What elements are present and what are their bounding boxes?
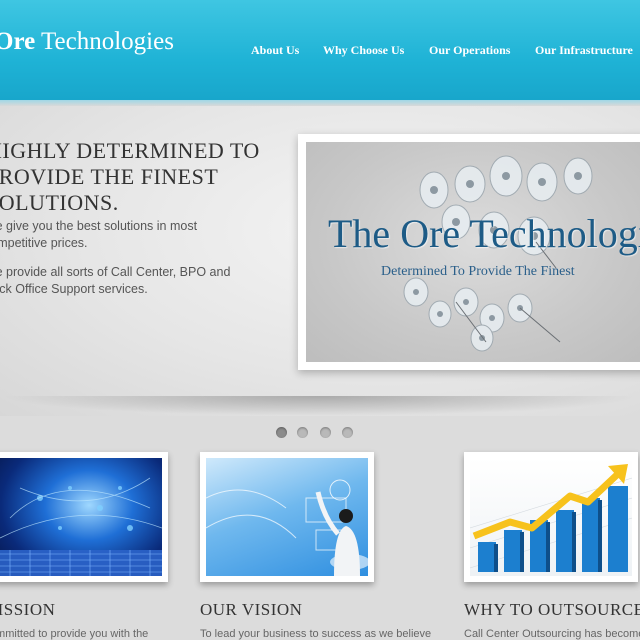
outsource-text: Call Center Outsourcing has become [464, 628, 640, 640]
mission-title: MISSION [0, 600, 56, 619]
nav-our-operations[interactable]: Our Operations [429, 43, 510, 58]
site-header: Ore Technologies About Us Why Choose Us … [0, 0, 640, 100]
growth-chart-image [470, 458, 632, 576]
globe-network-graphic [0, 477, 162, 576]
network-globe-image [0, 458, 162, 576]
vision-card[interactable] [200, 452, 374, 582]
site-logo[interactable]: Ore Technologies [0, 28, 174, 56]
vision-title: OUR VISION [200, 600, 303, 619]
slider-dot[interactable] [320, 427, 331, 438]
vision-text: To lead your business to success as we b… [200, 628, 432, 640]
woman-touchscreen-graphic [206, 479, 368, 576]
banner-image: The Ore Technologies Determined To Provi… [306, 142, 640, 362]
nav-why-choose-us[interactable]: Why Choose Us [323, 43, 404, 58]
slider-dot[interactable] [342, 427, 353, 438]
touch-screen-image [206, 458, 368, 576]
bar-chart-arrow-graphic [470, 464, 632, 572]
hero-banner[interactable]: The Ore Technologies Determined To Provi… [298, 134, 640, 370]
slider-dot[interactable] [276, 427, 287, 438]
outsource-title: WHY TO OUTSOURCE [464, 600, 640, 619]
hero-title-line: HIGHLY DETERMINED TO [0, 138, 260, 163]
nav-our-infrastructure[interactable]: Our Infrastructure [535, 43, 633, 58]
banner-subtitle: Determined To Provide The Finest [381, 264, 575, 279]
hero-paragraph-1: We give you the best solutions in most c… [0, 218, 234, 252]
banner-title: The Ore Technologies [328, 211, 640, 256]
hero-paragraph-line: We give you the best solutions in most [0, 219, 198, 233]
nav-about-us[interactable]: About Us [251, 43, 299, 58]
mission-card[interactable] [0, 452, 168, 582]
logo-rest-text: Technologies [41, 28, 174, 55]
hero-paragraph-2: We provide all sorts of Call Center, BPO… [0, 264, 234, 298]
mission-text: Committed to provide you with the [0, 628, 149, 640]
hero-title: HIGHLY DETERMINED TO PROVIDE THE FINEST … [0, 138, 276, 216]
slider-dot[interactable] [297, 427, 308, 438]
outsource-card[interactable] [464, 452, 638, 582]
logo-bold-text: Ore [0, 28, 36, 55]
hero-paragraph-line: We provide all sorts of Call Center, BPO… [0, 265, 231, 279]
hero-shadow [0, 396, 640, 416]
hero-title-line: PROVIDE THE FINEST [0, 164, 219, 189]
hero-paragraph-line: competitive prices. [0, 236, 88, 250]
hero-title-line: SOLUTIONS. [0, 190, 119, 215]
hero-paragraph-line: Back Office Support services. [0, 282, 148, 296]
